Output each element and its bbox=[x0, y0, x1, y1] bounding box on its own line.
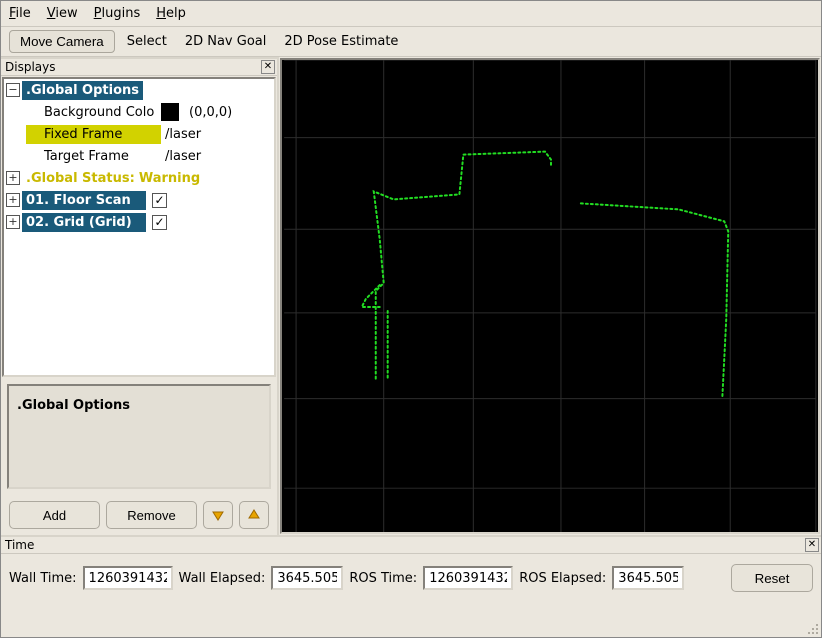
wall-time-field[interactable] bbox=[83, 566, 173, 590]
wall-elapsed-field[interactable] bbox=[271, 566, 343, 590]
tree-row-floor-scan[interactable]: + 01. Floor Scan ✓ bbox=[4, 189, 274, 211]
fixed-frame-label: Fixed Frame bbox=[26, 125, 161, 144]
wall-time-label: Wall Time: bbox=[9, 571, 77, 586]
global-options-label: .Global Options bbox=[22, 81, 143, 100]
select-button[interactable]: Select bbox=[121, 31, 173, 52]
expand-icon[interactable]: + bbox=[6, 193, 20, 207]
arrow-up-icon bbox=[247, 508, 261, 522]
global-status-label: .Global Status: bbox=[22, 169, 139, 188]
time-panel: Time ✕ Wall Time: Wall Elapsed: ROS Time… bbox=[1, 535, 821, 602]
pose-estimate-button[interactable]: 2D Pose Estimate bbox=[278, 31, 404, 52]
expand-icon[interactable]: + bbox=[6, 215, 20, 229]
floor-scan-checkbox[interactable]: ✓ bbox=[152, 193, 167, 208]
ros-time-label: ROS Time: bbox=[349, 571, 417, 586]
displays-panel: Displays ✕ − .Global Options Background … bbox=[1, 57, 279, 535]
ros-elapsed-label: ROS Elapsed: bbox=[519, 571, 606, 586]
close-icon[interactable]: ✕ bbox=[261, 60, 275, 74]
collapse-icon[interactable]: − bbox=[6, 83, 20, 97]
displays-tree[interactable]: − .Global Options Background Colo (0,0,0… bbox=[2, 77, 276, 377]
time-title: Time bbox=[5, 538, 34, 552]
main-area: Displays ✕ − .Global Options Background … bbox=[1, 57, 821, 535]
displays-title: Displays bbox=[5, 60, 55, 74]
menubar: File View Plugins Help bbox=[1, 1, 821, 27]
menu-file[interactable]: File bbox=[9, 6, 31, 21]
tree-row-fixed-frame[interactable]: Fixed Frame /laser bbox=[4, 123, 274, 145]
displays-header: Displays ✕ bbox=[1, 59, 277, 76]
remove-button[interactable]: Remove bbox=[106, 501, 197, 529]
reset-button[interactable]: Reset bbox=[731, 564, 813, 592]
close-icon[interactable]: ✕ bbox=[805, 538, 819, 552]
move-down-button[interactable] bbox=[203, 501, 233, 529]
ros-elapsed-field[interactable] bbox=[612, 566, 684, 590]
viz-svg bbox=[282, 60, 818, 532]
toolbar: Move Camera Select 2D Nav Goal 2D Pose E… bbox=[1, 27, 821, 57]
target-frame-label: Target Frame bbox=[26, 147, 161, 166]
grid-checkbox[interactable]: ✓ bbox=[152, 215, 167, 230]
time-row: Wall Time: Wall Elapsed: ROS Time: ROS E… bbox=[1, 554, 821, 602]
tree-row-global-status[interactable]: + .Global Status: Warning bbox=[4, 167, 274, 189]
time-header: Time ✕ bbox=[1, 537, 821, 554]
add-button[interactable]: Add bbox=[9, 501, 100, 529]
arrow-down-icon bbox=[211, 508, 225, 522]
app-window: File View Plugins Help Move Camera Selec… bbox=[0, 0, 822, 638]
menu-help[interactable]: Help bbox=[156, 6, 186, 21]
move-up-button[interactable] bbox=[239, 501, 269, 529]
grid-label: 02. Grid (Grid) bbox=[22, 213, 146, 232]
floor-scan-label: 01. Floor Scan bbox=[22, 191, 146, 210]
target-frame-value: /laser bbox=[161, 147, 205, 166]
description-box: .Global Options bbox=[7, 384, 271, 489]
bg-color-value: (0,0,0) bbox=[185, 103, 236, 122]
tree-row-global-options[interactable]: − .Global Options bbox=[4, 79, 274, 101]
tree-row-target-frame[interactable]: Target Frame /laser bbox=[4, 145, 274, 167]
wall-elapsed-label: Wall Elapsed: bbox=[179, 571, 266, 586]
resize-grip-icon[interactable] bbox=[805, 621, 819, 635]
ros-time-field[interactable] bbox=[423, 566, 513, 590]
tree-row-grid[interactable]: + 02. Grid (Grid) ✓ bbox=[4, 211, 274, 233]
nav-goal-button[interactable]: 2D Nav Goal bbox=[179, 31, 273, 52]
menu-view[interactable]: View bbox=[47, 6, 78, 21]
expand-icon[interactable]: + bbox=[6, 171, 20, 185]
move-camera-button[interactable]: Move Camera bbox=[9, 30, 115, 53]
menu-plugins[interactable]: Plugins bbox=[94, 6, 141, 21]
3d-viewport[interactable] bbox=[280, 58, 820, 534]
global-status-value: Warning bbox=[139, 169, 200, 188]
fixed-frame-value: /laser bbox=[161, 125, 205, 144]
tree-row-bg-color[interactable]: Background Colo (0,0,0) bbox=[4, 101, 274, 123]
displays-button-row: Add Remove bbox=[1, 495, 277, 535]
bg-color-swatch[interactable] bbox=[161, 103, 179, 121]
bg-color-label: Background Colo bbox=[26, 103, 161, 122]
